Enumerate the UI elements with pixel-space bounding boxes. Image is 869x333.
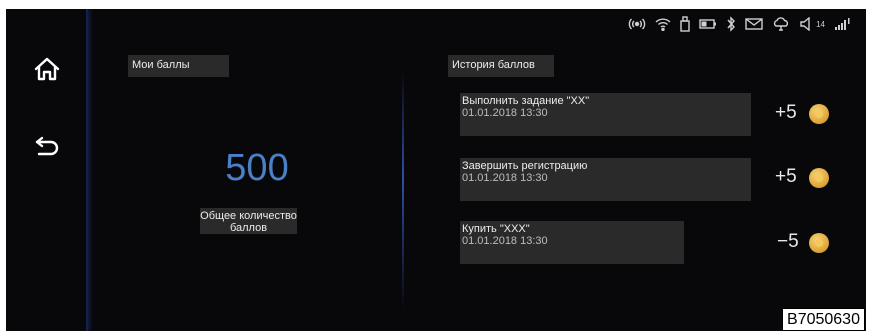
- history-item[interactable]: Выполнить задание "XX" 01.01.2018 13:30: [460, 93, 751, 136]
- volume-icon: [799, 15, 813, 33]
- history-item-date: 01.01.2018 13:30: [462, 107, 548, 119]
- panel-divider: [402, 71, 404, 311]
- side-nav: [6, 9, 88, 331]
- history-item[interactable]: Купить "XXX" 01.01.2018 13:30: [460, 221, 684, 264]
- back-button[interactable]: [32, 131, 62, 161]
- bluetooth-icon: [726, 15, 736, 33]
- history-item-points: −5: [777, 231, 799, 252]
- my-points-title: Мои баллы: [128, 55, 229, 77]
- radio-signal-icon: [628, 15, 646, 33]
- history-title: История баллов: [448, 55, 554, 77]
- history-item-points: +5: [775, 166, 797, 187]
- total-points-label: Общее количество баллов: [200, 208, 297, 234]
- image-code-label: B7050630: [782, 308, 865, 331]
- history-item-title: Купить "XXX": [462, 223, 530, 235]
- history-item-title: Завершить регистрацию: [462, 160, 588, 172]
- coin-icon: [809, 104, 829, 124]
- screen: 14 Мои баллы 500 Общее количество баллов…: [6, 9, 866, 331]
- battery-icon: [699, 15, 717, 33]
- history-item-date: 01.01.2018 13:30: [462, 172, 548, 184]
- cellular-signal-icon: [834, 15, 852, 33]
- status-bar: 14: [628, 13, 852, 35]
- cloud-icon: [772, 15, 790, 33]
- mail-icon: [745, 15, 763, 33]
- history-item-date: 01.01.2018 13:30: [462, 235, 548, 247]
- usb-icon: [680, 15, 690, 33]
- back-icon: [35, 136, 59, 156]
- coin-icon: [809, 168, 829, 188]
- coin-icon: [809, 233, 829, 253]
- history-item-title: Выполнить задание "XX": [462, 95, 590, 107]
- history-item-points: +5: [775, 102, 797, 123]
- wifi-icon: [655, 15, 671, 33]
- home-icon: [34, 57, 60, 81]
- volume-level: 14: [816, 19, 825, 29]
- home-button[interactable]: [32, 54, 62, 84]
- total-points: 500: [225, 147, 289, 189]
- history-item[interactable]: Завершить регистрацию 01.01.2018 13:30: [460, 158, 751, 201]
